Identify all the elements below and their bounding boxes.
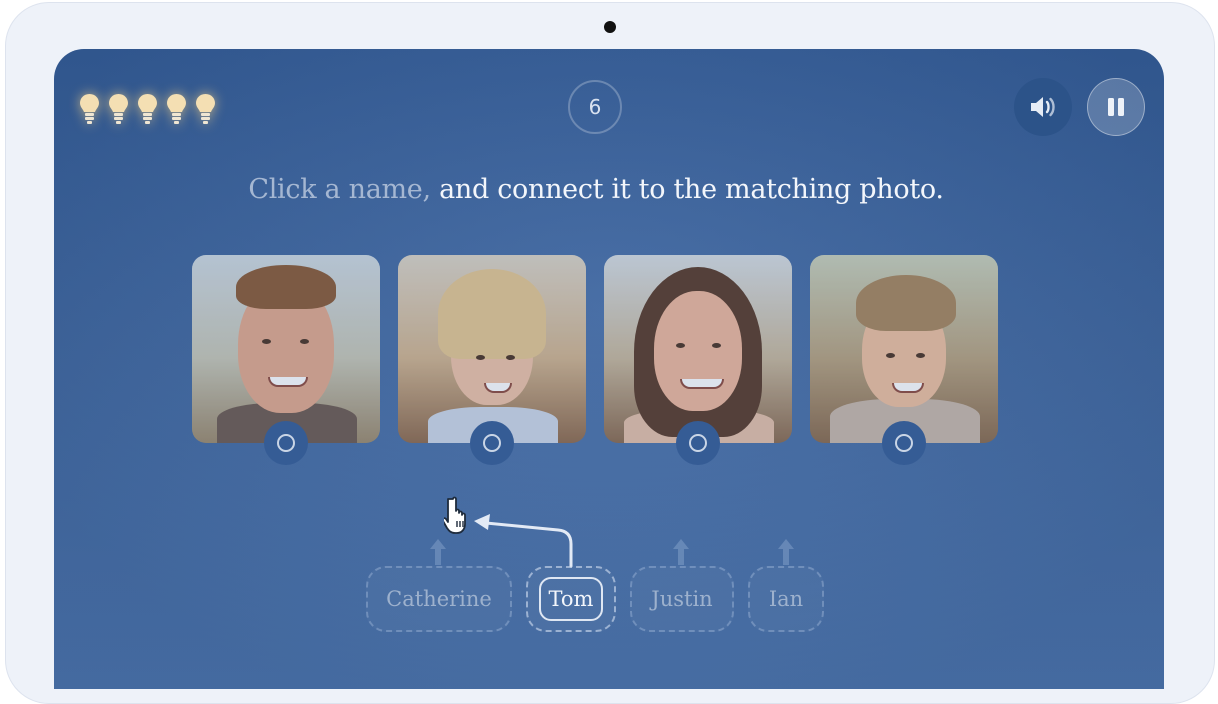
name-chip-justin[interactable]: Justin — [630, 566, 734, 632]
name-chip-tom[interactable]: Tom — [526, 566, 616, 632]
name-chip-ian[interactable]: Ian — [748, 566, 824, 632]
name-label: Justin — [651, 587, 713, 611]
name-label: Catherine — [386, 587, 492, 611]
hand-cursor-icon — [444, 496, 466, 534]
name-label: Tom — [538, 577, 604, 621]
name-label: Ian — [768, 587, 804, 611]
game-screen: 6 Click a name, and connect it to the ma… — [54, 49, 1164, 689]
camera-dot — [604, 21, 616, 33]
name-chip-catherine[interactable]: Catherine — [366, 566, 512, 632]
